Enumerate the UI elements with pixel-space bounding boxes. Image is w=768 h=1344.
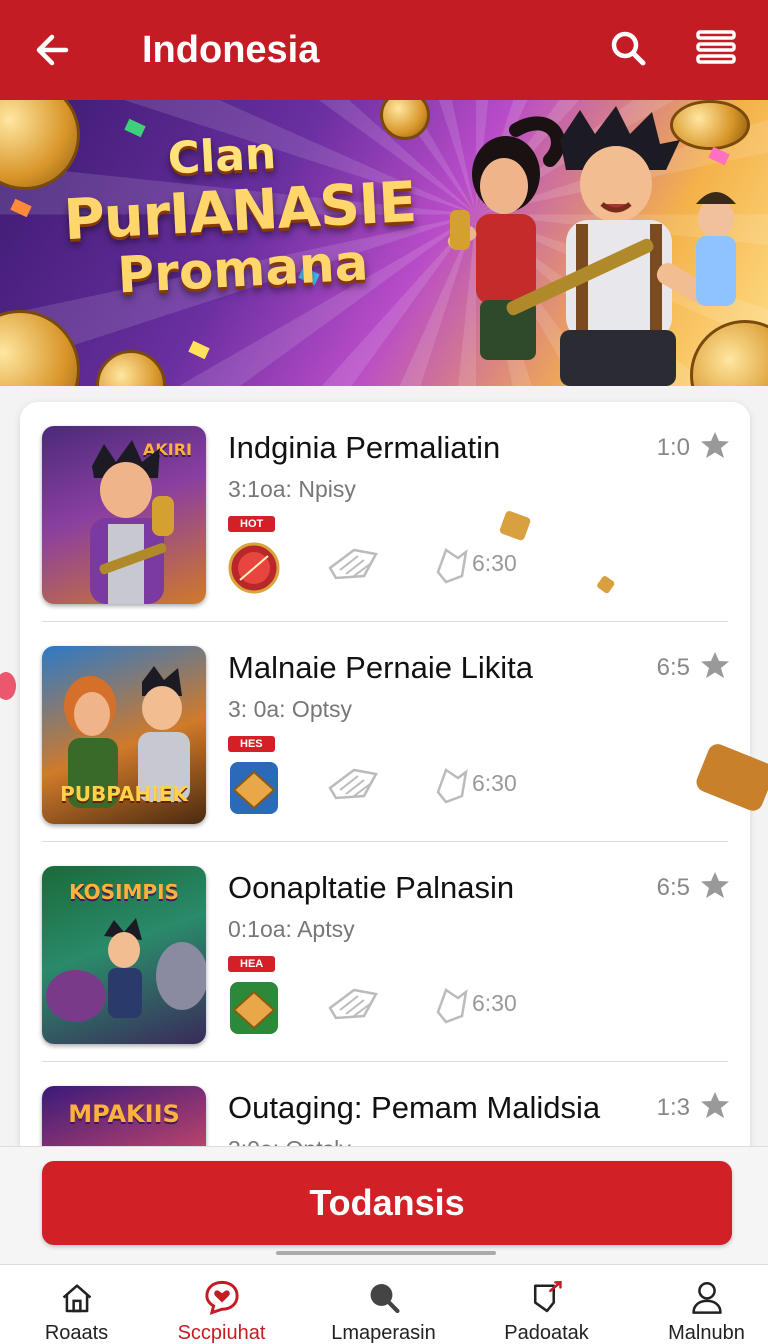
game-thumbnail[interactable]: PUBPAHIEK bbox=[42, 646, 206, 824]
game-thumbnail[interactable]: KOSIMPIS bbox=[42, 866, 206, 1044]
top-app-bar: Indonesia bbox=[0, 0, 768, 100]
game-meta: 0:1oa: Aptsy bbox=[228, 916, 355, 942]
game-meta: 3:1oa: Npisy bbox=[228, 476, 356, 502]
character-illustration bbox=[46, 918, 206, 1022]
page-title: Indonesia bbox=[142, 29, 320, 71]
game-name: Outaging: Pemam Malidsia bbox=[228, 1090, 601, 1125]
status-badge: HES bbox=[228, 736, 275, 752]
status-badge: HEA bbox=[228, 956, 276, 972]
nav-label: Padoatak bbox=[504, 1322, 589, 1344]
floating-coin-decoration bbox=[499, 511, 531, 541]
primary-action-button[interactable]: Todansis bbox=[42, 1161, 732, 1245]
time-stat-icon bbox=[436, 548, 468, 584]
tag-icon bbox=[533, 1281, 562, 1313]
app-icon bbox=[230, 762, 278, 814]
list-menu-icon bbox=[696, 30, 736, 64]
game-time: 6:30 bbox=[472, 990, 517, 1016]
players-stat-icon bbox=[328, 548, 378, 580]
thumbnail-title: MPAKIIS bbox=[68, 1100, 180, 1128]
search-icon bbox=[370, 1284, 400, 1314]
floating-confetti-decoration bbox=[0, 672, 16, 700]
app-icon bbox=[228, 542, 280, 594]
floating-coin-decoration bbox=[696, 744, 768, 811]
game-name: Malnaie Pernaie Likita bbox=[228, 650, 534, 685]
nav-item-community[interactable]: Sccpiuhat bbox=[145, 1265, 298, 1344]
thumbnail-title: PUBPAHIEK bbox=[60, 782, 188, 806]
bottom-navigation: Roaats Sccpiuhat Lmaperasin Padoatak Mal… bbox=[0, 1264, 768, 1344]
nav-label: Malnubn bbox=[668, 1322, 745, 1344]
nav-item-explore[interactable]: Lmaperasin bbox=[307, 1265, 460, 1344]
nav-label: Sccpiuhat bbox=[177, 1322, 266, 1344]
star-icon[interactable] bbox=[700, 430, 730, 460]
search-icon bbox=[611, 31, 646, 66]
time-stat-icon bbox=[436, 768, 468, 804]
app-root: Indonesia Clan PurIANASIE Promana AKIRI … bbox=[0, 0, 768, 1344]
list-item[interactable]: PUBPAHIEK Malnaie Pernaie Likita 3: 0a: … bbox=[20, 622, 750, 842]
game-rating: 6:5 bbox=[656, 654, 690, 681]
game-name: Indginia Permaliatin bbox=[228, 430, 501, 465]
hero-characters-illustration bbox=[447, 106, 736, 386]
character-illustration bbox=[90, 440, 174, 604]
players-stat-icon bbox=[328, 988, 378, 1020]
cta-bar: Todansis bbox=[0, 1146, 768, 1264]
nav-item-offers[interactable]: Padoatak bbox=[470, 1265, 623, 1344]
game-thumbnail[interactable]: AKIRI bbox=[42, 426, 206, 604]
star-icon[interactable] bbox=[700, 870, 730, 900]
players-stat-icon bbox=[328, 768, 378, 800]
game-rating: 6:5 bbox=[656, 874, 690, 901]
heart-chat-icon bbox=[204, 1280, 239, 1315]
list-item[interactable]: AKIRI Indginia Permaliatin 3:1oa: Npisy … bbox=[20, 402, 750, 622]
banner-title: Clan PurIANASIE Promana bbox=[56, 125, 424, 304]
game-list: AKIRI Indginia Permaliatin 3:1oa: Npisy … bbox=[20, 402, 750, 1162]
game-name: Oonapltatie Palnasin bbox=[228, 870, 515, 905]
floating-coin-decoration bbox=[597, 576, 615, 594]
nav-item-home[interactable]: Roaats bbox=[0, 1265, 153, 1344]
star-icon[interactable] bbox=[700, 650, 730, 680]
game-time: 6:30 bbox=[472, 550, 517, 576]
game-rating: 1:0 bbox=[656, 434, 690, 461]
star-icon[interactable] bbox=[700, 1090, 730, 1120]
search-button[interactable] bbox=[604, 24, 652, 72]
arrow-left-icon bbox=[36, 34, 69, 66]
nav-label: Lmaperasin bbox=[331, 1322, 436, 1344]
game-meta: 3: 0a: Optsy bbox=[228, 696, 353, 722]
home-icon bbox=[62, 1284, 91, 1313]
promo-banner[interactable]: Clan PurIANASIE Promana bbox=[0, 100, 768, 386]
back-button[interactable] bbox=[28, 26, 76, 74]
game-rating: 1:3 bbox=[656, 1094, 690, 1121]
status-badge: HOT bbox=[228, 516, 276, 532]
time-stat-icon bbox=[436, 988, 468, 1024]
nav-label: Roaats bbox=[44, 1322, 109, 1344]
menu-button[interactable] bbox=[692, 24, 740, 72]
list-item[interactable]: KOSIMPIS Oonapltatie Palnasin 0:1oa: Apt… bbox=[20, 842, 750, 1062]
profile-icon bbox=[691, 1281, 722, 1314]
app-icon bbox=[230, 982, 278, 1034]
game-time: 6:30 bbox=[472, 770, 517, 796]
home-indicator bbox=[276, 1251, 496, 1255]
nav-item-profile[interactable]: Malnubn bbox=[630, 1265, 768, 1344]
